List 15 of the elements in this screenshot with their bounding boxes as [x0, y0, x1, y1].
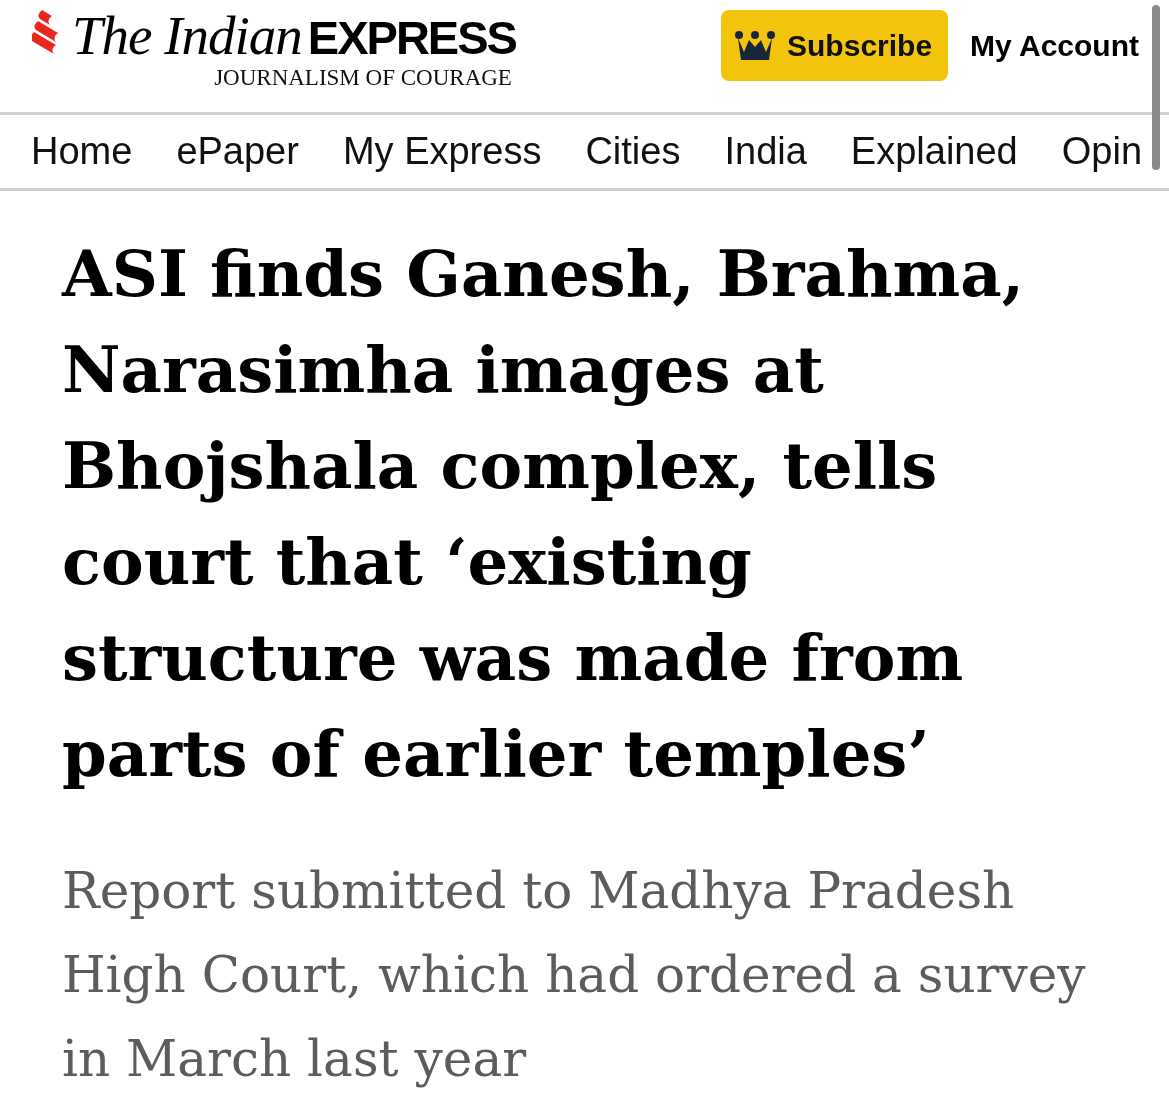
nav-link[interactable]: My Express	[342, 130, 542, 173]
nav-link[interactable]: Explained	[850, 130, 1018, 173]
nav-link[interactable]: Opin	[1061, 130, 1143, 173]
nav-link[interactable]: India	[724, 130, 807, 173]
crown-icon	[735, 31, 776, 60]
nav-link[interactable]: ePaper	[176, 130, 299, 173]
logo-tagline: JOURNALISM OF COURAGE	[214, 65, 512, 91]
subscribe-button[interactable]: Subscribe	[721, 10, 949, 81]
article-headline: ASI finds Ganesh, Brahma, Narasimha images at Bhojshala complex, tells court that ‘existing structure was made from parts of earlier temples’	[62, 235, 1025, 793]
article-summary: Report submitted to Madhya Pradesh High Court, which had ordered a survey in March last year	[62, 861, 1087, 1090]
nav-link[interactable]: Home	[31, 130, 133, 173]
my-account-link[interactable]: My Account	[970, 28, 1139, 63]
logo-wordmark[interactable]: EXPRESS	[307, 14, 516, 61]
nav-link[interactable]: Cities	[585, 130, 681, 173]
logo-wordmark[interactable]: The Indian	[72, 8, 304, 63]
